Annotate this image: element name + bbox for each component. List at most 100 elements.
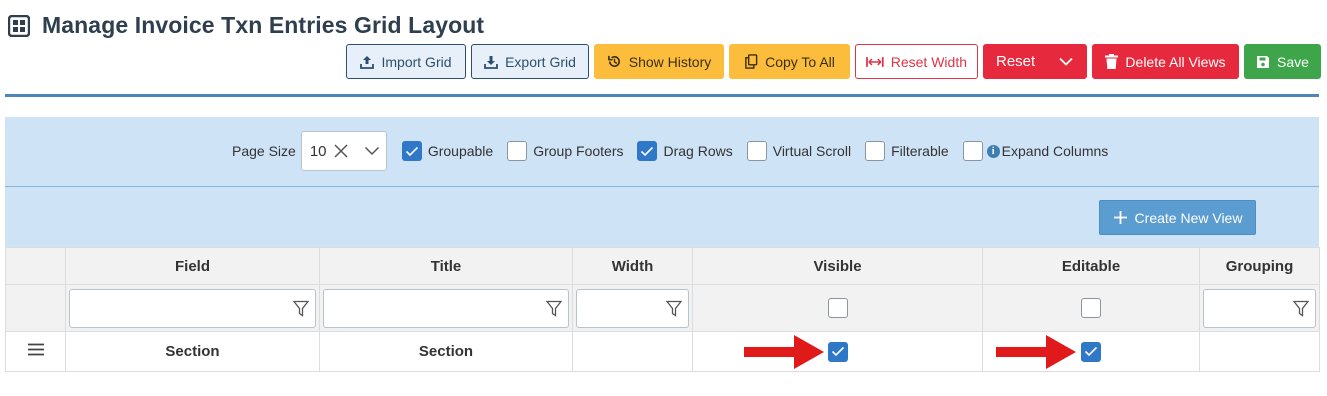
save-icon	[1257, 55, 1270, 68]
upload-icon	[360, 55, 375, 69]
reset-width-button[interactable]: Reset Width	[855, 44, 978, 79]
groupable-checkbox[interactable]	[401, 141, 422, 161]
filter-icon[interactable]	[546, 300, 562, 317]
grid-options-row: Page Size 10 Groupable Group Footers Dra…	[232, 131, 1108, 171]
filter-cell-field	[65, 284, 320, 332]
groupable-label: Groupable	[427, 143, 494, 159]
grid-layout-table: Field Title Width Visible Editable Group…	[5, 247, 1320, 372]
create-new-view-label: Create New View	[1134, 209, 1243, 226]
groupable-option: Groupable	[401, 141, 494, 161]
editable-filter-checkbox[interactable]	[1081, 298, 1101, 318]
grid-options-panel: Page Size 10 Groupable Group Footers Dra…	[5, 117, 1319, 247]
virtual-scroll-option: Virtual Scroll	[746, 141, 852, 161]
copy-to-all-label: Copy To All	[765, 53, 835, 70]
expand-columns-label: Expand Columns	[1001, 143, 1109, 159]
virtual-scroll-label: Virtual Scroll	[772, 143, 852, 159]
annotation-arrow-visible	[744, 335, 824, 369]
field-filter-input[interactable]	[69, 288, 316, 328]
page-size-label: Page Size	[232, 143, 296, 159]
panel-separator	[5, 186, 1319, 187]
title-filter-input[interactable]	[323, 288, 569, 328]
create-new-view-button[interactable]: Create New View	[1099, 200, 1256, 235]
expand-columns-option: i Expand Columns	[962, 141, 1109, 161]
page-size-select[interactable]: 10	[300, 131, 387, 171]
clear-icon[interactable]	[334, 144, 348, 158]
filter-icon[interactable]	[1293, 300, 1309, 317]
arrows-horizontal-icon	[866, 56, 884, 67]
column-header-editable[interactable]: Editable	[982, 247, 1200, 285]
group-footers-label: Group Footers	[533, 143, 624, 159]
info-icon: i	[986, 144, 1000, 158]
drag-column-header	[5, 247, 66, 285]
filter-cell-editable	[982, 284, 1200, 332]
visible-filter-checkbox[interactable]	[827, 298, 848, 318]
drag-rows-option: Drag Rows	[637, 141, 733, 161]
copy-icon	[745, 54, 758, 69]
filter-icon[interactable]	[666, 300, 682, 317]
cell-title: Section	[319, 331, 573, 372]
save-button[interactable]: Save	[1244, 44, 1321, 79]
copy-to-all-button[interactable]: Copy To All	[729, 44, 850, 79]
table-header-row: Field Title Width Visible Editable Group…	[5, 247, 1320, 285]
chevron-down-icon	[1059, 57, 1073, 66]
drag-rows-checkbox[interactable]	[637, 141, 658, 161]
group-footers-option: Group Footers	[507, 141, 623, 161]
filterable-checkbox[interactable]	[865, 141, 886, 161]
export-grid-button[interactable]: Export Grid	[471, 44, 589, 79]
drag-rows-label: Drag Rows	[663, 143, 733, 159]
page-header: Manage Invoice Txn Entries Grid Layout	[7, 12, 485, 39]
drag-handle-cell	[5, 331, 66, 372]
drag-handle-icon[interactable]	[27, 343, 45, 356]
import-grid-button[interactable]: Import Grid	[346, 44, 466, 79]
reset-button[interactable]: Reset	[983, 44, 1045, 79]
show-history-button[interactable]: Show History	[594, 44, 724, 79]
reset-split-button: Reset	[983, 44, 1087, 79]
trash-icon	[1105, 54, 1119, 69]
download-icon	[484, 55, 498, 69]
filter-cell-title	[319, 284, 573, 332]
annotation-arrow-editable	[996, 335, 1076, 369]
filterable-label: Filterable	[891, 143, 949, 159]
history-icon	[607, 55, 620, 67]
reset-label: Reset	[996, 53, 1036, 70]
export-grid-label: Export Grid	[505, 53, 576, 70]
filterable-option: Filterable	[865, 141, 949, 161]
cell-field: Section	[65, 331, 320, 372]
show-history-label: Show History	[628, 53, 712, 70]
cell-width[interactable]	[572, 331, 693, 372]
width-filter-input[interactable]	[576, 288, 689, 328]
filter-cell-width	[572, 284, 693, 332]
filter-cell-drag	[5, 284, 66, 332]
table-row: Section Section	[5, 331, 1320, 372]
delete-all-views-button[interactable]: Delete All Views	[1092, 44, 1239, 79]
column-header-grouping[interactable]: Grouping	[1199, 247, 1320, 285]
column-header-title[interactable]: Title	[319, 247, 573, 285]
column-header-field[interactable]: Field	[65, 247, 320, 285]
grouping-filter-input[interactable]	[1203, 288, 1316, 328]
filter-cell-grouping	[1199, 284, 1320, 332]
delete-all-views-label: Delete All Views	[1125, 53, 1226, 70]
page-size-value: 10	[309, 142, 327, 160]
visible-checkbox[interactable]	[827, 341, 848, 362]
grid-icon	[7, 14, 31, 37]
reset-width-label: Reset Width	[890, 53, 967, 70]
filter-row	[5, 284, 1320, 332]
toolbar: Import Grid Export Grid Show History Cop…	[346, 44, 1321, 79]
column-header-visible[interactable]: Visible	[692, 247, 983, 285]
import-grid-label: Import Grid	[381, 53, 452, 70]
header-divider	[5, 94, 1319, 97]
column-header-width[interactable]: Width	[572, 247, 693, 285]
editable-checkbox[interactable]	[1081, 341, 1101, 362]
cell-grouping	[1199, 331, 1320, 372]
group-footers-checkbox[interactable]	[507, 141, 528, 161]
expand-columns-checkbox[interactable]	[962, 141, 983, 161]
filter-cell-visible	[692, 284, 983, 332]
plus-icon	[1113, 211, 1127, 224]
virtual-scroll-checkbox[interactable]	[746, 141, 767, 161]
reset-dropdown-toggle[interactable]	[1045, 44, 1087, 79]
save-label: Save	[1277, 53, 1309, 70]
chevron-down-icon[interactable]	[364, 146, 380, 156]
cell-visible	[692, 331, 983, 372]
page-title: Manage Invoice Txn Entries Grid Layout	[42, 12, 485, 38]
filter-icon[interactable]	[293, 300, 309, 317]
